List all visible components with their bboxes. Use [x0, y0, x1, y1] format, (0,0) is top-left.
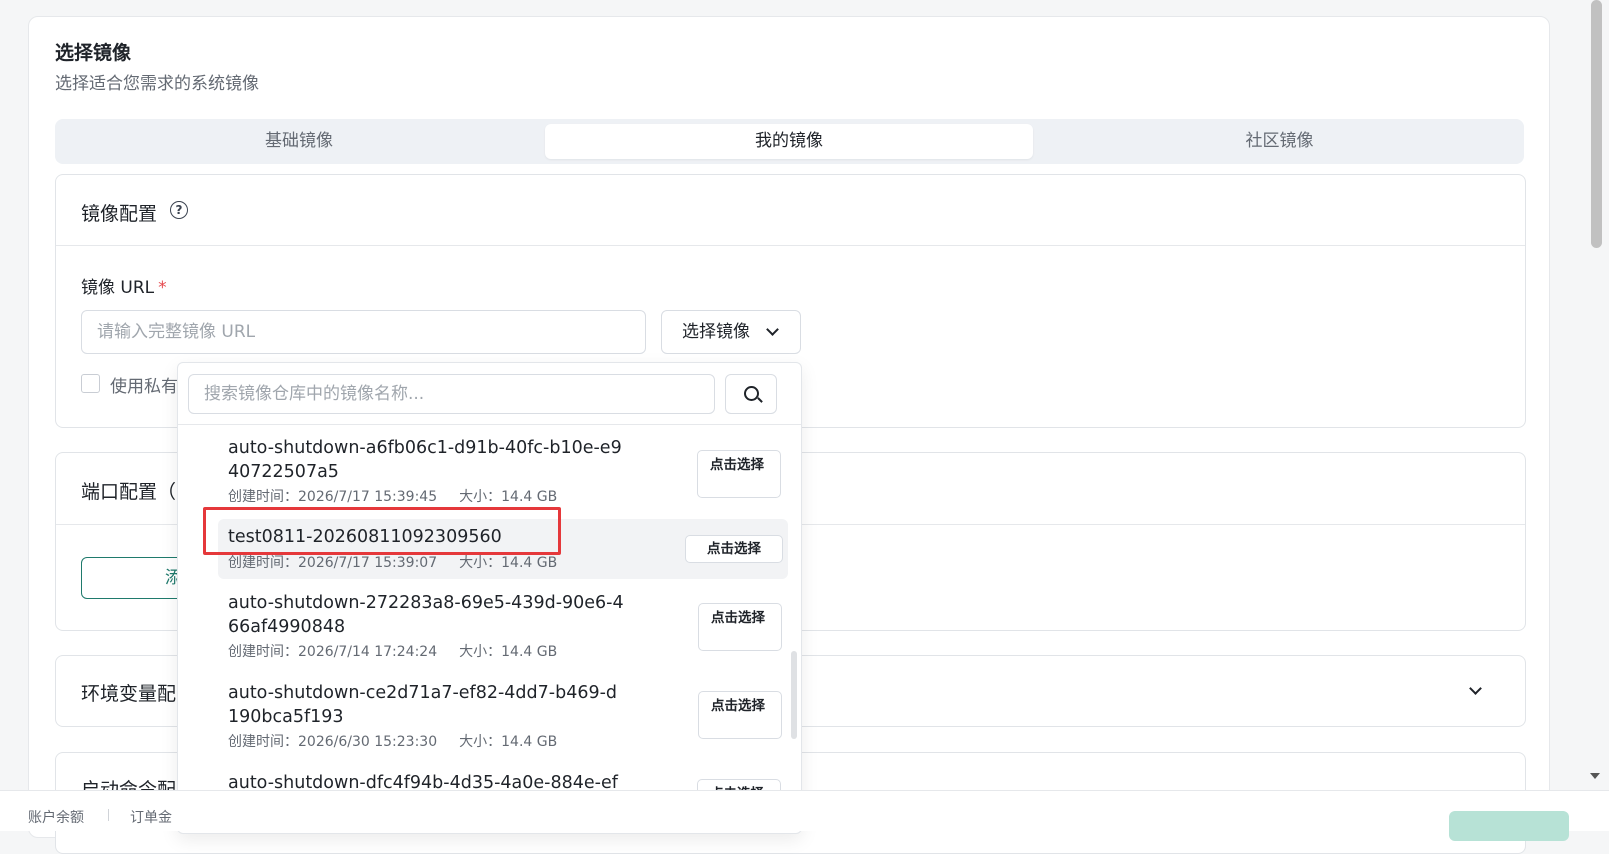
- select-image-button[interactable]: 选择镜像: [661, 310, 801, 354]
- env-config-title: 环境变量配: [81, 683, 177, 705]
- page-scrollbar[interactable]: [1591, 0, 1602, 248]
- image-meta: 创建时间：2026/7/17 15:39:45 大小：14.4 GB: [228, 489, 558, 505]
- select-image-label: 选择镜像: [682, 322, 750, 342]
- image-list-item[interactable]: auto-shutdown-a6fb06c1-d91b-40fc-b10e-e9…: [218, 436, 788, 505]
- dropdown-divider: [178, 424, 801, 425]
- image-name: auto-shutdown-272283a8-69e5-439d-90e6-46…: [228, 593, 624, 637]
- image-list-item[interactable]: auto-shutdown-ce2d71a7-ef82-4dd7-b469-d1…: [218, 681, 788, 750]
- image-name: test0811-20260811092309560: [228, 527, 502, 547]
- tab-base-images[interactable]: 基础镜像: [60, 124, 538, 159]
- page-subtitle: 选择适合您需求的系统镜像: [55, 74, 259, 94]
- dropdown-scrollbar[interactable]: [791, 651, 797, 739]
- image-name: auto-shutdown-ce2d71a7-ef82-4dd7-b469-d1…: [228, 683, 618, 727]
- order-amount-label: 订单金: [130, 810, 172, 826]
- select-image-item-button[interactable]: 点击选择: [698, 603, 782, 651]
- port-config-title: 端口配置（: [81, 481, 177, 503]
- image-name: auto-shutdown-a6fb06c1-d91b-40fc-b10e-e9…: [228, 438, 622, 482]
- bottom-separator: [108, 809, 109, 821]
- select-image-item-button[interactable]: 点击选择: [685, 535, 783, 563]
- select-image-item-button[interactable]: 点击选择: [697, 450, 781, 498]
- private-registry-label: 使用私有: [110, 377, 178, 397]
- page-title: 选择镜像: [55, 42, 132, 64]
- section-divider: [56, 245, 1525, 246]
- chevron-down-icon: [766, 323, 779, 336]
- tab-my-images[interactable]: 我的镜像: [545, 124, 1033, 159]
- image-search-input[interactable]: [188, 374, 715, 414]
- image-meta: 创建时间：2026/6/30 15:23:30 大小：14.4 GB: [228, 734, 558, 750]
- image-list-item[interactable]: test0811-20260811092309560 创建时间：2026/7/1…: [218, 519, 788, 579]
- account-balance-label: 账户余额: [28, 810, 84, 826]
- bottom-summary-bar: 账户余额 订单金: [0, 790, 1609, 841]
- image-meta: 创建时间：2026/7/17 15:39:07 大小：14.4 GB: [228, 555, 558, 571]
- image-url-label: 镜像 URL *: [81, 278, 167, 298]
- image-list-item[interactable]: auto-shutdown-272283a8-69e5-439d-90e6-46…: [218, 591, 788, 660]
- select-image-item-button[interactable]: 点击选择: [698, 691, 782, 739]
- scroll-down-arrow-icon[interactable]: [1590, 773, 1600, 779]
- image-config-title: 镜像配置: [81, 203, 158, 225]
- required-mark: *: [158, 278, 167, 298]
- chevron-down-icon[interactable]: [1469, 682, 1482, 695]
- image-meta: 创建时间：2026/7/14 17:24:24 大小：14.4 GB: [228, 644, 558, 660]
- tab-community-images[interactable]: 社区镜像: [1040, 124, 1519, 159]
- submit-button[interactable]: [1449, 811, 1569, 841]
- search-button[interactable]: [725, 374, 777, 414]
- private-registry-checkbox[interactable]: [81, 374, 100, 393]
- image-picker-dropdown: auto-shutdown-a6fb06c1-d91b-40fc-b10e-e9…: [177, 362, 802, 834]
- image-source-tabs: 基础镜像 我的镜像 社区镜像: [55, 119, 1524, 164]
- question-circle-icon[interactable]: ?: [170, 201, 188, 219]
- image-url-input[interactable]: [81, 310, 646, 354]
